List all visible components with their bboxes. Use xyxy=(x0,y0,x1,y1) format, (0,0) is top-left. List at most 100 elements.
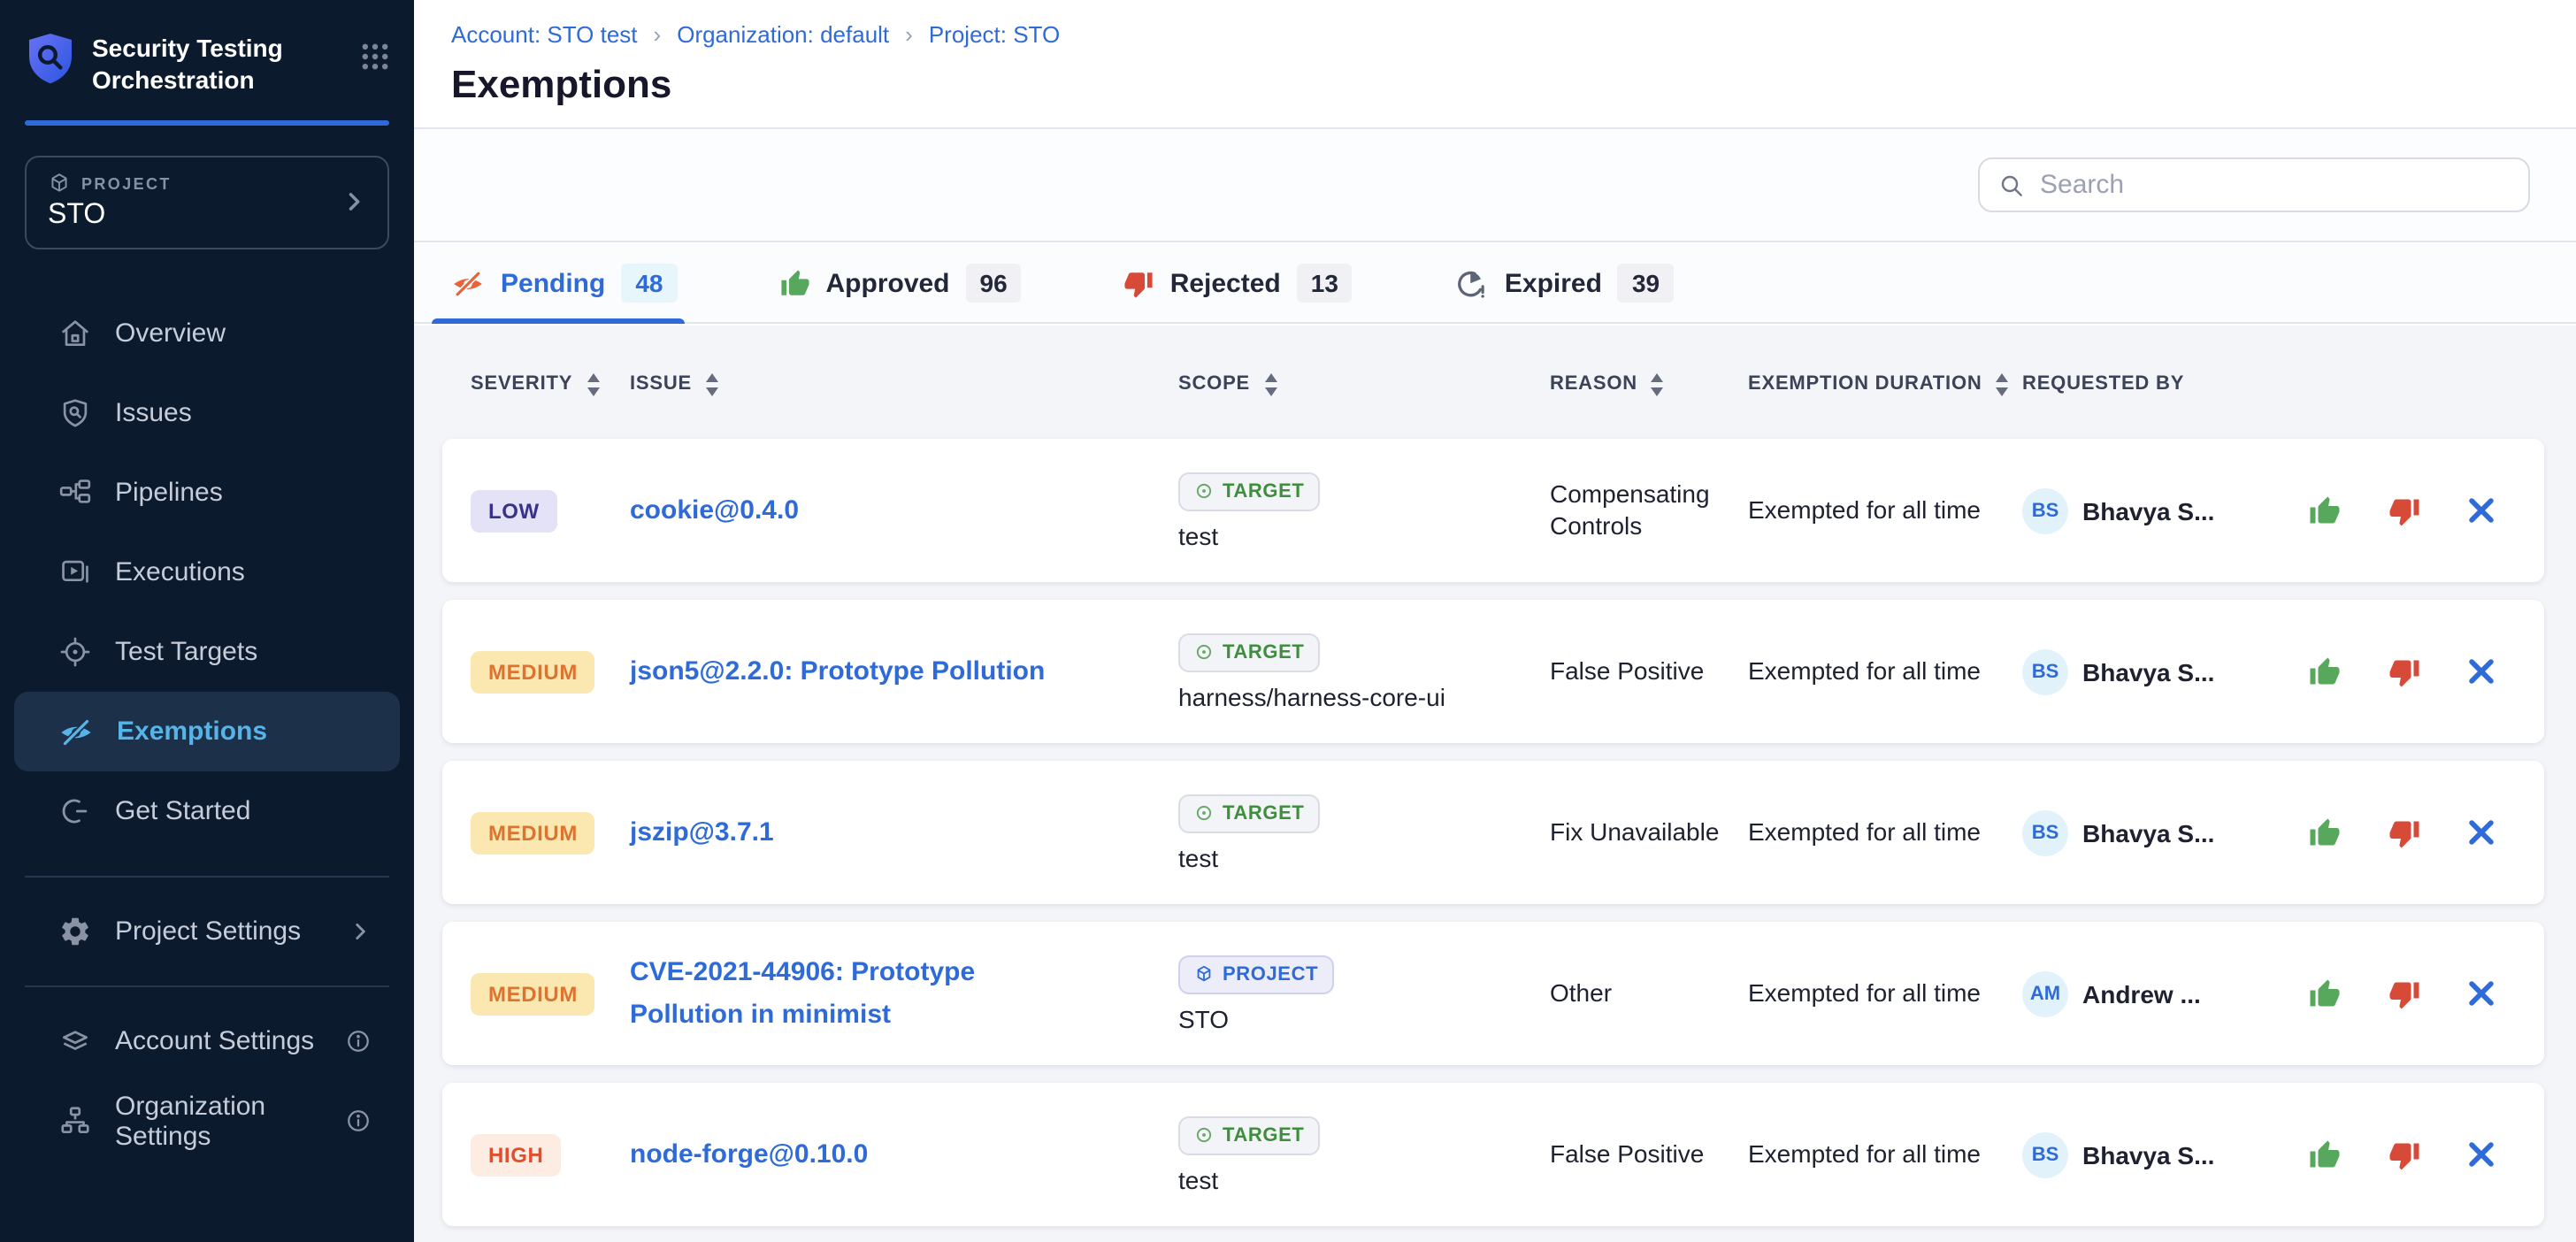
brand: Security Testing Orchestration xyxy=(0,0,414,96)
scope-name: harness/harness-core-ui xyxy=(1178,682,1550,710)
requester-name: Bhavya S... xyxy=(2082,818,2214,847)
row-actions xyxy=(2252,816,2544,848)
target-scope-icon xyxy=(1194,803,1214,823)
cancel-button[interactable] xyxy=(2468,1141,2495,1168)
exemption-duration: Exempted for all time xyxy=(1748,1139,2022,1170)
issue-link[interactable]: CVE-2021-44906: Prototype Pollution in m… xyxy=(630,953,1125,1035)
requester-name: Bhavya S... xyxy=(2082,657,2214,686)
sidebar-item-test-targets[interactable]: Test Targets xyxy=(14,613,400,693)
column-header-scope[interactable]: SCOPE xyxy=(1125,372,1550,395)
tab-pending[interactable]: Pending 48 xyxy=(451,243,678,323)
tab-expired[interactable]: Expired 39 xyxy=(1455,243,1674,323)
tab-count-badge: 39 xyxy=(1618,264,1674,303)
reject-button[interactable] xyxy=(2388,494,2420,526)
reject-button[interactable] xyxy=(2388,816,2420,848)
breadcrumb-organization[interactable]: Organization: default xyxy=(677,21,889,48)
search-input[interactable] xyxy=(2040,170,2511,200)
info-icon[interactable] xyxy=(345,1108,372,1135)
sort-icon[interactable] xyxy=(704,372,720,395)
sidebar-item-issues[interactable]: Issues xyxy=(14,374,400,454)
breadcrumb-project[interactable]: Project: STO xyxy=(929,21,1060,48)
target-scope-icon xyxy=(1194,481,1214,501)
cube-icon xyxy=(48,172,71,196)
reason: Compensating Controls xyxy=(1550,479,1748,541)
issue-link[interactable]: cookie@0.4.0 xyxy=(630,490,1125,532)
approve-button[interactable] xyxy=(2309,816,2341,848)
approve-button[interactable] xyxy=(2309,978,2341,1009)
severity-badge: HIGH xyxy=(471,1133,561,1176)
project-selector[interactable]: PROJECT STO xyxy=(25,157,389,250)
sidebar-item-label: Exemptions xyxy=(117,717,267,748)
sort-icon[interactable] xyxy=(585,372,601,395)
toolbar xyxy=(414,129,2576,242)
sidebar-nav: Overview Issues Pipeline xyxy=(0,295,414,852)
issue-link[interactable]: jszip@3.7.1 xyxy=(630,812,1125,854)
sidebar-item-label: Executions xyxy=(115,558,245,588)
row-actions xyxy=(2252,1138,2544,1170)
column-header-severity[interactable]: SEVERITY xyxy=(471,372,630,395)
tab-count-badge: 48 xyxy=(621,264,677,303)
severity-badge: MEDIUM xyxy=(471,972,595,1015)
shield-search-icon xyxy=(58,397,92,431)
breadcrumb-account[interactable]: Account: STO test xyxy=(451,21,638,48)
sidebar-item-overview[interactable]: Overview xyxy=(14,295,400,374)
cancel-button[interactable] xyxy=(2468,658,2495,685)
tab-count-badge: 96 xyxy=(966,264,1022,303)
issue-link[interactable]: node-forge@0.10.0 xyxy=(630,1134,1125,1176)
column-header-reason[interactable]: REASON xyxy=(1550,372,1748,395)
sidebar-item-executions[interactable]: Executions xyxy=(14,533,400,613)
sidebar-item-label: Organization Settings xyxy=(115,1092,322,1152)
approve-button[interactable] xyxy=(2309,494,2341,526)
sidebar-item-label: Overview xyxy=(115,319,226,349)
row-actions xyxy=(2252,978,2544,1009)
approve-button[interactable] xyxy=(2309,656,2341,687)
get-started-icon xyxy=(58,795,92,829)
thumbs-down-icon xyxy=(1124,268,1154,298)
module-grid-icon[interactable] xyxy=(361,42,389,71)
cancel-button[interactable] xyxy=(2468,497,2495,524)
sidebar-item-label: Test Targets xyxy=(115,638,257,668)
column-header-issue[interactable]: ISSUE xyxy=(630,372,1125,395)
sidebar-item-project-settings[interactable]: Project Settings xyxy=(14,893,400,972)
scope-cell: TARGET test xyxy=(1125,472,1550,549)
sort-icon[interactable] xyxy=(1650,372,1666,395)
thumbs-up-icon xyxy=(780,268,810,298)
eye-slash-icon xyxy=(58,715,94,750)
cancel-button[interactable] xyxy=(2468,980,2495,1007)
cancel-button[interactable] xyxy=(2468,819,2495,846)
requested-by-cell: BS Bhavya S... xyxy=(2022,487,2252,533)
column-header-exemption-duration[interactable]: EXEMPTION DURATION xyxy=(1748,372,2022,395)
reject-button[interactable] xyxy=(2388,656,2420,687)
status-tabs: Pending 48 Approved 96 Rejected 13 xyxy=(414,244,2576,324)
info-icon[interactable] xyxy=(345,1029,372,1055)
scope-cell: TARGET test xyxy=(1125,1116,1550,1193)
tab-approved[interactable]: Approved 96 xyxy=(780,243,1022,323)
exemptions-table: SEVERITY ISSUE SCOPE REASON EXEMPTION DU… xyxy=(414,326,2576,1242)
expired-clock-icon xyxy=(1455,266,1489,300)
sort-icon[interactable] xyxy=(1995,372,2011,395)
tab-rejected[interactable]: Rejected 13 xyxy=(1124,243,1353,323)
layers-gear-icon xyxy=(58,1025,92,1059)
search-box[interactable] xyxy=(1978,157,2530,212)
sort-icon[interactable] xyxy=(1262,372,1278,395)
severity-badge: MEDIUM xyxy=(471,650,595,693)
reject-button[interactable] xyxy=(2388,978,2420,1009)
sidebar-item-account-settings[interactable]: Account Settings xyxy=(14,1002,400,1082)
target-icon xyxy=(58,636,92,670)
chevron-right-icon xyxy=(349,921,372,944)
avatar: BS xyxy=(2022,1131,2068,1177)
issue-link[interactable]: json5@2.2.0: Prototype Pollution xyxy=(630,651,1125,693)
sidebar-item-organization-settings[interactable]: Organization Settings xyxy=(14,1082,400,1162)
sidebar-item-get-started[interactable]: Get Started xyxy=(14,772,400,852)
project-selector-name: STO xyxy=(48,201,341,233)
sidebar-item-exemptions[interactable]: Exemptions xyxy=(14,693,400,772)
approve-button[interactable] xyxy=(2309,1138,2341,1170)
avatar: BS xyxy=(2022,648,2068,694)
sidebar-item-pipelines[interactable]: Pipelines xyxy=(14,454,400,533)
search-icon xyxy=(1997,171,2026,199)
requester-name: Bhavya S... xyxy=(2082,1140,2214,1169)
sidebar: Security Testing Orchestration xyxy=(0,0,414,1242)
tab-label: Rejected xyxy=(1170,268,1281,298)
tab-label: Approved xyxy=(826,268,950,298)
reject-button[interactable] xyxy=(2388,1138,2420,1170)
